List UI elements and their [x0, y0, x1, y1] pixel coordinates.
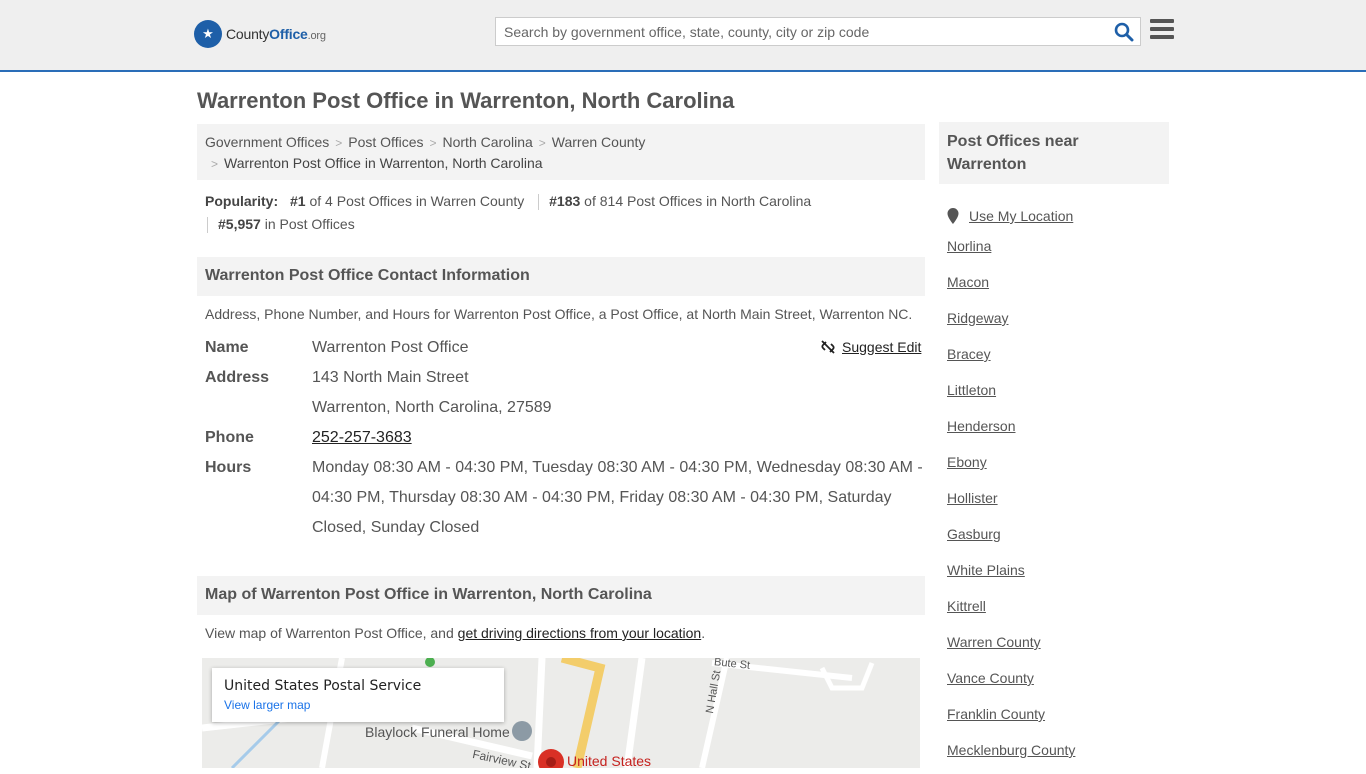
use-my-location-link[interactable]: Use My Location	[947, 198, 1075, 234]
site-logo[interactable]: ★ CountyOffice.org	[194, 20, 326, 48]
contact-description: Address, Phone Number, and Hours for War…	[205, 306, 913, 322]
view-larger-map-link[interactable]: View larger map	[224, 698, 492, 712]
search-input[interactable]	[496, 18, 1096, 45]
breadcrumb-government-offices[interactable]: Government Offices	[205, 134, 329, 150]
address-line-2: Warrenton, North Carolina, 27589	[312, 399, 552, 416]
sidebar-item-ebony[interactable]: Ebony	[947, 450, 1075, 486]
phone-link[interactable]: 252-257-3683	[312, 429, 412, 446]
info-row-name: Name Warrenton Post Office	[205, 333, 924, 363]
breadcrumb-warren-county[interactable]: Warren County	[552, 134, 646, 150]
sidebar-item-norlina[interactable]: Norlina	[947, 234, 1075, 270]
info-row-hours: Hours Monday 08:30 AM - 04:30 PM, Tuesda…	[205, 453, 924, 543]
address-label: Address	[205, 369, 270, 386]
sidebar-item-kittrell[interactable]: Kittrell	[947, 594, 1075, 630]
map-description-text: View map of Warrenton Post Office, and	[205, 625, 458, 641]
divider	[207, 217, 208, 234]
sidebar-item-hollister[interactable]: Hollister	[947, 486, 1075, 522]
info-row-address: Address 143 North Main Street Warrenton,…	[205, 363, 924, 423]
map-heading: Map of Warrenton Post Office in Warrento…	[197, 576, 925, 615]
search-icon[interactable]	[1114, 22, 1134, 42]
contact-heading: Warrenton Post Office Contact Informatio…	[197, 257, 925, 296]
map-description-end: .	[701, 625, 706, 641]
sidebar-item-warren-county[interactable]: Warren County	[947, 630, 1075, 666]
map-description: View map of Warrenton Post Office, and g…	[205, 625, 705, 641]
breadcrumb: Government Offices > Post Offices > North Ca…	[197, 124, 925, 180]
map-info-card: United States Postal Service View larger…	[212, 668, 504, 722]
hours-label: Hours	[205, 459, 252, 476]
sidebar-item-mecklenburg-county[interactable]: Mecklenburg County	[947, 738, 1075, 774]
name-value: Warrenton Post Office	[312, 339, 469, 356]
popularity-rank-state: #183	[549, 193, 581, 209]
map-label-united-states: United States	[567, 753, 652, 768]
popularity-rank-county-text: of 4 Post Offices in Warren County	[305, 193, 525, 209]
sidebar-item-ridgeway[interactable]: Ridgeway	[947, 306, 1075, 342]
sidebar-item-henderson[interactable]: Henderson	[947, 414, 1075, 450]
chevron-right-icon: >	[335, 136, 343, 150]
sidebar-item-macon[interactable]: Macon	[947, 270, 1075, 306]
popularity-rank-state-text: of 814 Post Offices in North Carolina	[580, 193, 812, 209]
info-row-phone: Phone 252-257-3683	[205, 423, 924, 453]
popularity-label: Popularity:	[205, 193, 279, 209]
address-value: 143 North Main Street Warrenton, North C…	[312, 363, 924, 423]
search-box	[495, 17, 1141, 46]
breadcrumb-current: Warrenton Post Office in Warrenton, Nort…	[224, 155, 543, 171]
page-title: Warrenton Post Office in Warrenton, Nort…	[197, 88, 735, 113]
breadcrumb-post-offices[interactable]: Post Offices	[348, 134, 423, 150]
chevron-right-icon: >	[538, 136, 546, 150]
sidebar-list: Use My Location Norlina Macon Ridgeway B…	[947, 198, 1075, 774]
popularity-rank-county: #1	[290, 193, 306, 209]
eagle-seal-icon: ★	[194, 20, 222, 48]
address-line-1: 143 North Main Street	[312, 369, 469, 386]
name-label: Name	[205, 339, 249, 356]
location-pin-icon	[947, 208, 959, 224]
sidebar-item-vance-county[interactable]: Vance County	[947, 666, 1075, 702]
logo-text: CountyOffice.org	[226, 26, 326, 42]
popularity-rank-national-text: in Post Offices	[260, 216, 355, 232]
sidebar-heading: Post Offices near Warrenton	[939, 122, 1169, 184]
sidebar-item-littleton[interactable]: Littleton	[947, 378, 1075, 414]
use-my-location-label: Use My Location	[969, 208, 1074, 224]
sidebar-item-franklin-county[interactable]: Franklin County	[947, 702, 1075, 738]
sidebar-item-bracey[interactable]: Bracey	[947, 342, 1075, 378]
top-bar: ★ CountyOffice.org	[0, 0, 1366, 72]
chevron-right-icon: >	[429, 136, 437, 150]
map-label-funeral-home: Blaylock Funeral Home	[365, 724, 510, 740]
divider	[538, 194, 540, 211]
hours-value: Monday 08:30 AM - 04:30 PM, Tuesday 08:3…	[312, 459, 923, 536]
popularity: Popularity: #1 of 4 Post Offices in Warr…	[205, 190, 925, 236]
phone-label: Phone	[205, 429, 254, 446]
sidebar-item-white-plains[interactable]: White Plains	[947, 558, 1075, 594]
map-card-title: United States Postal Service	[224, 678, 422, 694]
breadcrumb-north-carolina[interactable]: North Carolina	[443, 134, 533, 150]
chevron-right-icon: >	[211, 157, 219, 171]
driving-directions-link[interactable]: get driving directions from your locatio…	[458, 625, 702, 641]
sidebar-item-gasburg[interactable]: Gasburg	[947, 522, 1075, 558]
popularity-rank-national: #5,957	[218, 216, 261, 232]
hamburger-menu-icon[interactable]	[1150, 19, 1174, 41]
